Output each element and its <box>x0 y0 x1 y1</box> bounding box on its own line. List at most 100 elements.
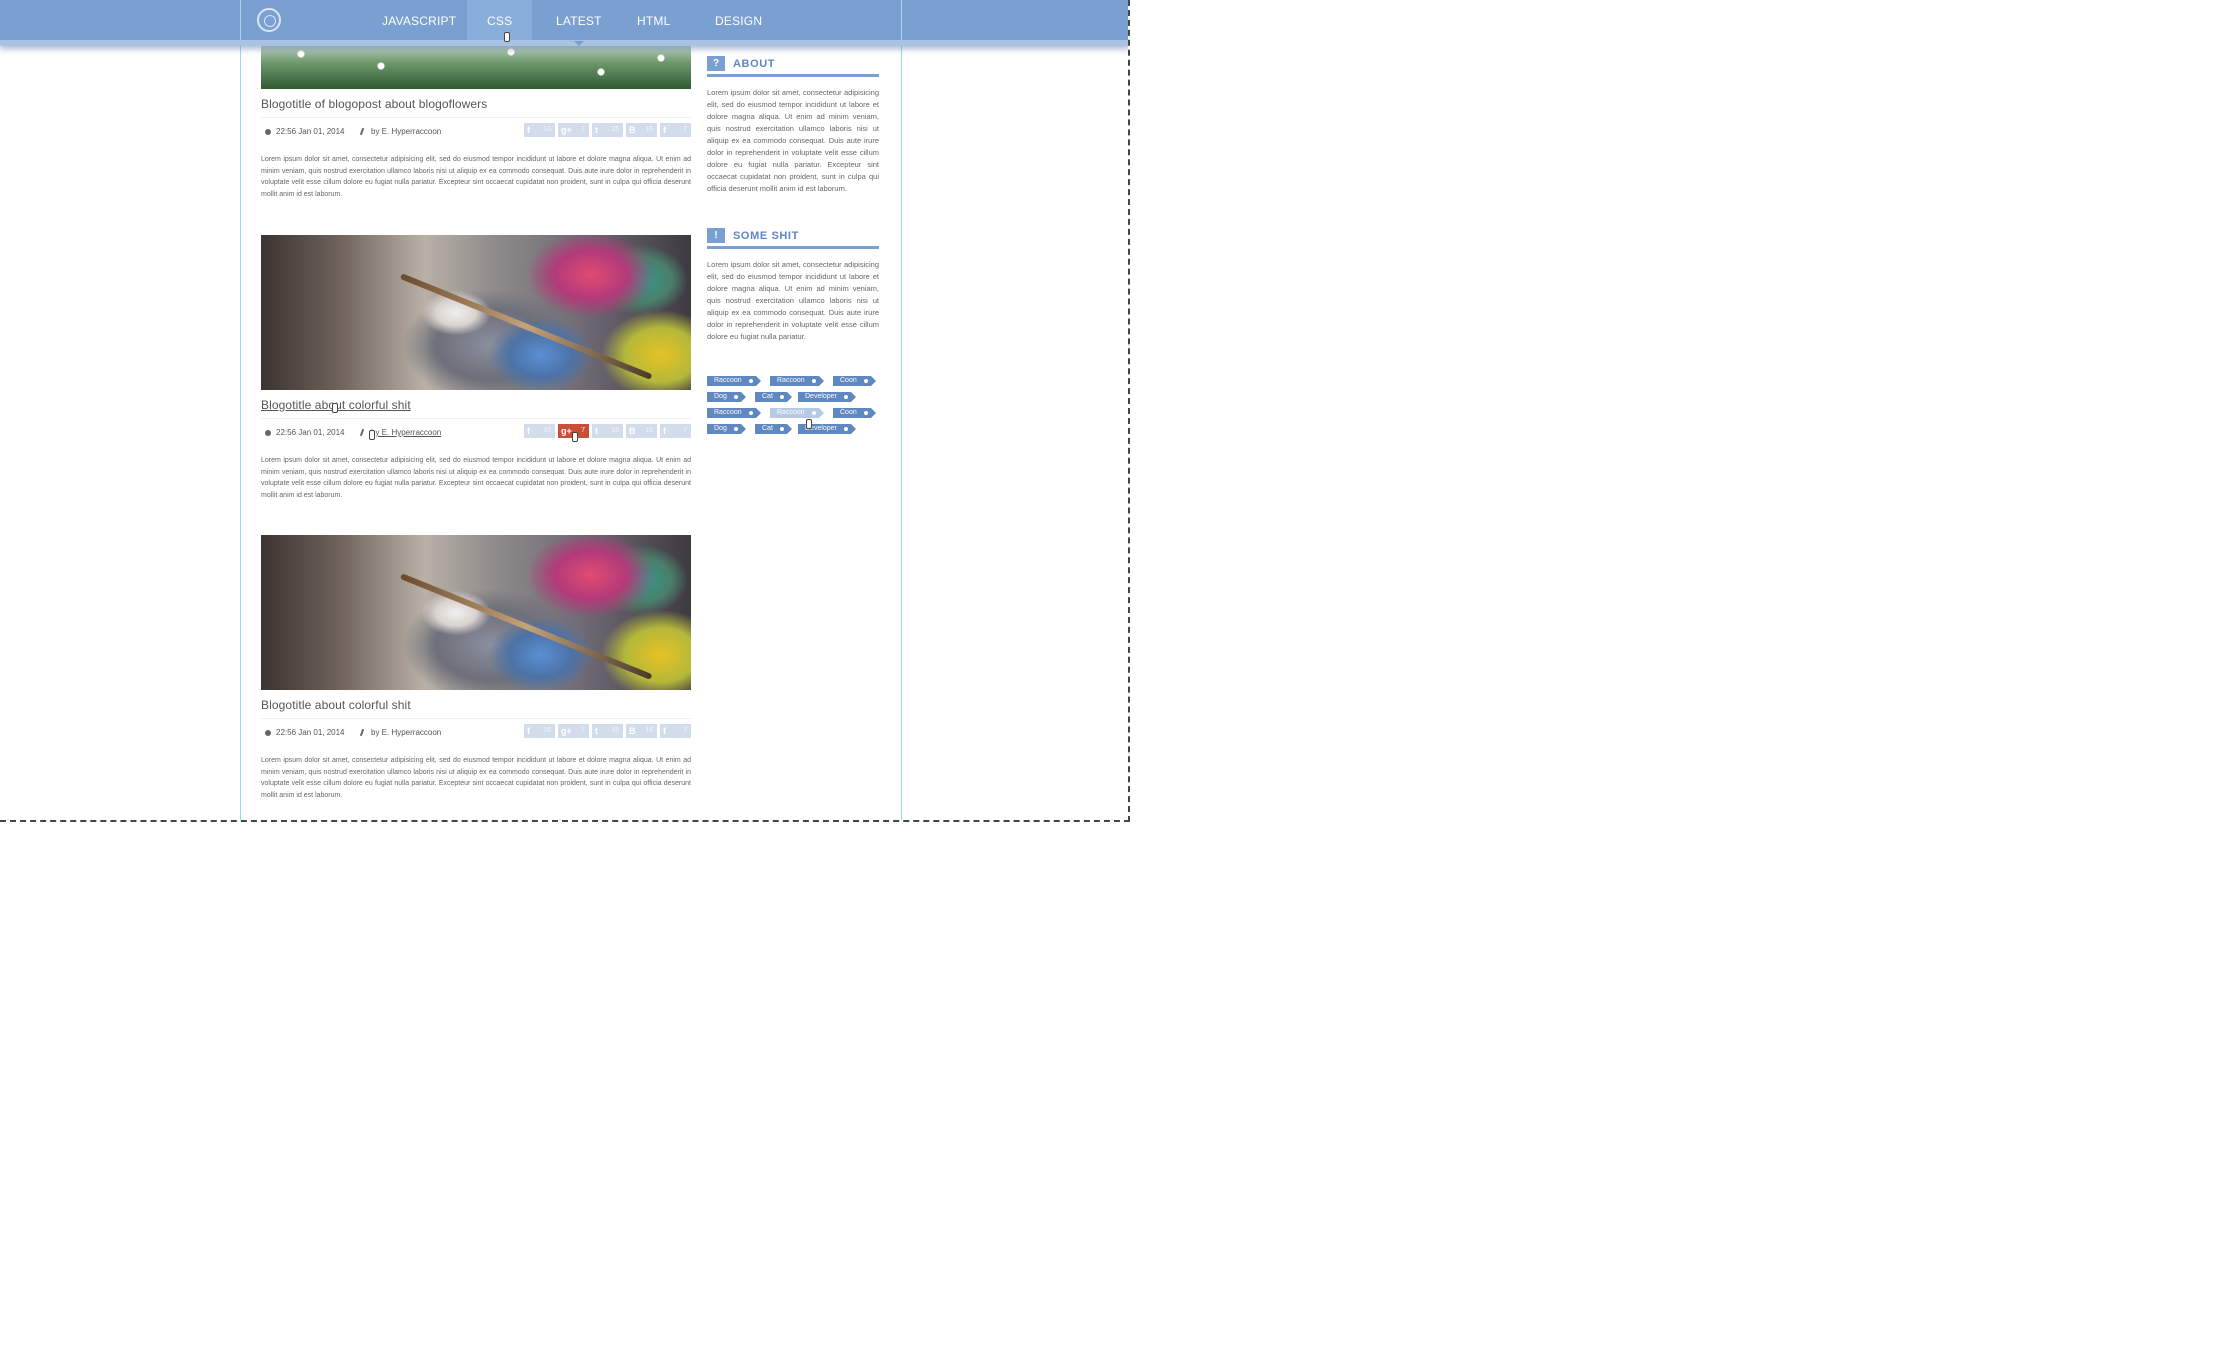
clock-icon <box>265 730 271 736</box>
post-meta: 22:56 Jan 01, 2014 by E. Hyperraccoon f 1… <box>261 718 691 745</box>
twitter-share-button[interactable]: t 15 <box>592 424 623 438</box>
facebook-icon: f <box>527 426 530 436</box>
pen-icon <box>359 728 365 737</box>
facebook-share-button[interactable]: f 16 <box>524 123 555 137</box>
tumblr-icon: f <box>663 726 666 736</box>
tumblr-share-button[interactable]: f7 <box>660 724 691 738</box>
vk-share-button[interactable]: B 16 <box>626 123 657 137</box>
tag-link[interactable]: Cat <box>755 424 792 434</box>
top-navbar: JAVASCRIPT CSS LATEST HTML DESIGN <box>0 0 1128 46</box>
sidebar-widget-about: ? ABOUT Lorem ipsum dolor sit amet, cons… <box>707 56 879 203</box>
post-date-text: 22:56 Jan 01, 2014 <box>276 728 345 737</box>
post-meta: 22:56 Jan 01, 2014 by E. Hyperraccoon f 1… <box>261 117 691 144</box>
google-plus-icon: g+ <box>561 726 572 736</box>
blog-post: Blogotitle about colorful shit 22:56 Jan… <box>261 535 691 801</box>
post-image[interactable] <box>261 44 691 89</box>
share-count: 16 <box>645 427 653 434</box>
page-container: Blogotitle of blogopost about blogoflowe… <box>240 0 902 820</box>
share-buttons: f 16 g+ 7 t 15 B 16 f 7 <box>521 424 691 438</box>
tumblr-icon: f <box>663 125 666 135</box>
tag-link[interactable]: Raccoon <box>770 408 824 418</box>
share-count: 15 <box>611 427 619 434</box>
tumblr-share-button[interactable]: f7 <box>660 424 691 438</box>
viewport-frame: JAVASCRIPT CSS LATEST HTML DESIGN Blogot… <box>0 0 1130 822</box>
post-image[interactable] <box>261 535 691 690</box>
google-plus-share-button[interactable]: g+ 7 <box>558 123 589 137</box>
share-count: 16 <box>543 126 551 133</box>
post-author[interactable]: by E. Hyperraccoon <box>359 728 441 737</box>
share-count: 16 <box>543 427 551 434</box>
widget-header: ! SOME SHIT <box>707 228 879 249</box>
vk-share-button[interactable]: B 16 <box>626 724 657 738</box>
share-count: 16 <box>645 727 653 734</box>
mouse-pointer-icon <box>570 432 579 444</box>
blog-post: Blogotitle about colorful shit 22:56 Jan… <box>261 235 691 501</box>
exclamation-icon: ! <box>707 228 725 243</box>
post-date-text: 22:56 Jan 01, 2014 <box>276 428 345 437</box>
facebook-icon: f <box>527 726 530 736</box>
widget-title: ABOUT <box>733 58 776 70</box>
tag-link[interactable]: Dog <box>707 392 746 402</box>
pen-icon <box>359 127 365 136</box>
mouse-pointer-icon <box>367 430 376 442</box>
clock-icon <box>265 129 271 135</box>
nav-item-javascript[interactable]: JAVASCRIPT <box>362 0 476 40</box>
post-author-text[interactable]: by E. Hyperraccoon <box>371 728 441 737</box>
tag-link[interactable]: Dog <box>707 424 746 434</box>
post-author[interactable]: by E. Hyperraccoon <box>359 127 441 136</box>
post-author-text[interactable]: by E. Hyperraccoon <box>371 428 441 437</box>
post-author-text[interactable]: by E. Hyperraccoon <box>371 127 441 136</box>
sidebar-widget-some-shit: ! SOME SHIT Lorem ipsum dolor sit amet, … <box>707 228 879 351</box>
share-count: 7 <box>683 727 687 734</box>
tag-link[interactable]: Coon <box>833 376 876 386</box>
mouse-pointer-icon <box>804 419 813 431</box>
twitter-icon: t <box>595 726 598 736</box>
post-title-link[interactable]: Blogotitle of blogopost about blogoflowe… <box>261 97 691 111</box>
widget-text: Lorem ipsum dolor sit amet, consectetur … <box>707 260 879 341</box>
pen-icon <box>359 428 365 437</box>
tag-link[interactable]: Raccoon <box>770 376 824 386</box>
facebook-share-button[interactable]: f 16 <box>524 424 555 438</box>
share-count: 15 <box>611 126 619 133</box>
twitter-share-button[interactable]: t 15 <box>592 724 623 738</box>
vk-share-button[interactable]: B 16 <box>626 424 657 438</box>
mouse-pointer-icon <box>502 32 511 44</box>
nav-item-latest[interactable]: LATEST <box>536 0 622 46</box>
tag-link[interactable]: Raccoon <box>707 408 761 418</box>
vk-icon: B <box>629 726 636 736</box>
share-count: 16 <box>543 727 551 734</box>
nav-item-css[interactable]: CSS <box>467 0 533 40</box>
google-plus-share-button[interactable]: g+ 7 <box>558 724 589 738</box>
share-count: 7 <box>683 126 687 133</box>
mouse-pointer-icon <box>330 403 339 415</box>
post-title-link[interactable]: Blogotitle about colorful shit <box>261 698 691 712</box>
post-title-link[interactable]: Blogotitle about colorful shit <box>261 398 691 412</box>
widget-title: SOME SHIT <box>733 230 799 242</box>
widget-text: Lorem ipsum dolor sit amet, consectetur … <box>707 88 879 193</box>
post-image[interactable] <box>261 235 691 390</box>
share-count: 7 <box>581 727 585 734</box>
tumblr-share-button[interactable]: f7 <box>660 123 691 137</box>
question-icon: ? <box>707 56 725 71</box>
blog-post: Blogotitle of blogopost about blogoflowe… <box>261 44 691 200</box>
twitter-icon: t <box>595 125 598 135</box>
post-excerpt: Lorem ipsum dolor sit amet, consectetur … <box>261 457 691 499</box>
widget-header: ? ABOUT <box>707 56 879 77</box>
tag-link[interactable]: Coon <box>833 408 876 418</box>
facebook-icon: f <box>527 125 530 135</box>
tag-link[interactable]: Cat <box>755 392 792 402</box>
logo-icon[interactable] <box>257 8 281 32</box>
share-count: 7 <box>581 427 585 434</box>
nav-item-html[interactable]: HTML <box>617 0 690 40</box>
share-count: 16 <box>645 126 653 133</box>
share-count: 15 <box>611 727 619 734</box>
nav-item-design[interactable]: DESIGN <box>695 0 782 40</box>
post-date: 22:56 Jan 01, 2014 <box>265 428 345 437</box>
tag-link[interactable]: Developer <box>798 392 856 402</box>
share-buttons: f 16 g+ 7 t 15 B 16 f 7 <box>521 123 691 137</box>
share-count: 7 <box>581 126 585 133</box>
twitter-share-button[interactable]: t 15 <box>592 123 623 137</box>
facebook-share-button[interactable]: f 16 <box>524 724 555 738</box>
tag-link[interactable]: Raccoon <box>707 376 761 386</box>
google-plus-icon: g+ <box>561 125 572 135</box>
